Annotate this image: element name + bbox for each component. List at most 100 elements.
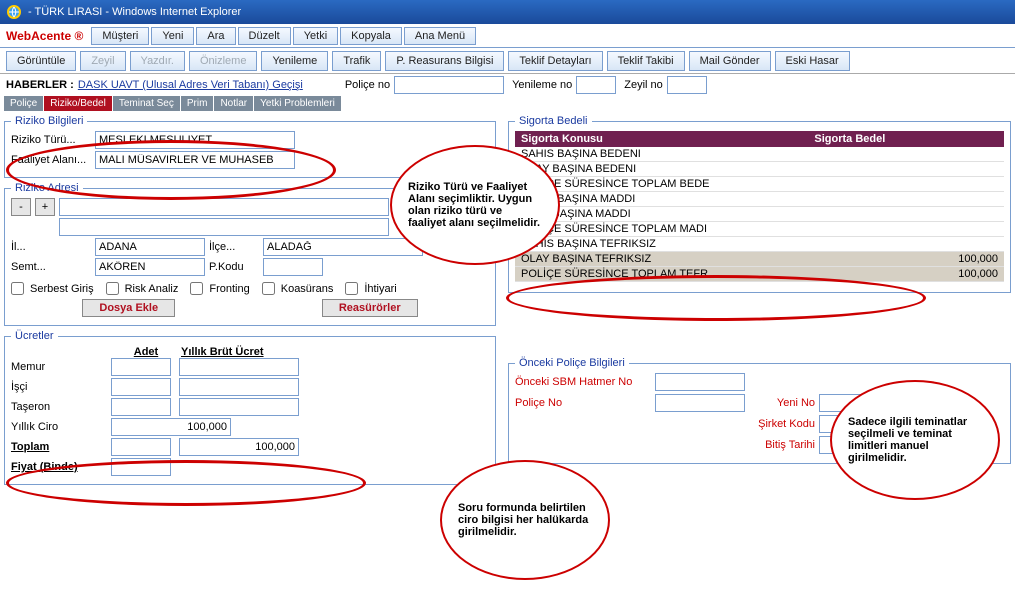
isci-adet-input[interactable] — [111, 378, 171, 396]
toolbar: Görüntüle Zeyil Yazdır. Önizleme Yenilem… — [0, 48, 1015, 74]
minus-button[interactable]: - — [11, 198, 31, 216]
faaliyet-alani-label[interactable]: Faaliyet Alanı... — [11, 154, 91, 166]
memur-adet-input[interactable] — [111, 358, 171, 376]
fronting-checkbox[interactable] — [190, 282, 203, 295]
btn-goruntule[interactable]: Görüntüle — [6, 51, 76, 71]
koasurans-checkbox[interactable] — [262, 282, 275, 295]
riziko-turu-label[interactable]: Riziko Türü... — [11, 134, 91, 146]
faaliyet-alani-input[interactable] — [95, 151, 295, 169]
memur-label: Memur — [11, 361, 111, 373]
table-row[interactable]: OLAY BAŞINA BEDENI — [515, 162, 1004, 177]
ciro-label: Yıllık Ciro — [11, 421, 111, 433]
th-bedel: Sigorta Bedel — [808, 131, 1004, 147]
menu-kopyala[interactable]: Kopyala — [340, 27, 402, 45]
annotation-callout-3: Sadece ilgili teminatlar seçilmeli ve te… — [830, 380, 1000, 500]
menu-yeni[interactable]: Yeni — [151, 27, 194, 45]
tab-yetki-problemleri[interactable]: Yetki Problemleri — [254, 96, 341, 111]
serbest-giris-checkbox[interactable] — [11, 282, 24, 295]
menu-yetki[interactable]: Yetki — [293, 27, 338, 45]
sigorta-bedeli-legend: Sigorta Bedeli — [515, 115, 592, 127]
btn-zeyil[interactable]: Zeyil — [80, 51, 125, 71]
toplam-adet-input[interactable] — [111, 438, 171, 456]
annotation-callout-1: Riziko Türü ve Faaliyet Alanı seçimlikti… — [390, 145, 560, 265]
main-menu: WebAcente ® Müşteri Yeni Ara Düzelt Yetk… — [0, 24, 1015, 48]
btn-mail[interactable]: Mail Gönder — [689, 51, 771, 71]
menu-duzelt[interactable]: Düzelt — [238, 27, 291, 45]
btn-yenileme[interactable]: Yenileme — [261, 51, 328, 71]
reasurorler-button[interactable]: Reasürörler — [322, 299, 418, 317]
btn-teklif-takibi[interactable]: Teklif Takibi — [607, 51, 685, 71]
bitis-tarihi-label: Bitiş Tarihi — [745, 439, 815, 451]
table-row[interactable]: SAHIS BAŞINA TEFRIKSIZ — [515, 237, 1004, 252]
ucretler-legend: Ücretler — [11, 330, 58, 342]
toplam-label: Toplam — [11, 441, 111, 453]
menu-musteri[interactable]: Müşteri — [91, 27, 149, 45]
ucretler-group: Ücretler Adet Yıllık Brüt Ücret Memur İş… — [4, 330, 496, 485]
menu-ara[interactable]: Ara — [196, 27, 235, 45]
riziko-turu-input[interactable] — [95, 131, 295, 149]
sigorta-table: Sigorta KonusuSigorta Bedel SAHIS BAŞINA… — [515, 131, 1004, 282]
yenileme-no-input[interactable] — [576, 76, 616, 94]
table-row[interactable]: POLİÇE SÜRESİNCE TOPLAM TEFR100,000 — [515, 267, 1004, 282]
memur-ucret-input[interactable] — [179, 358, 299, 376]
table-row[interactable]: OLAY BAŞINA TEFRIKSIZ100,000 — [515, 252, 1004, 267]
il-label[interactable]: İl... — [11, 241, 91, 253]
toplam-input[interactable] — [179, 438, 299, 456]
table-row[interactable]: SAHIS BAŞINA BEDENI — [515, 147, 1004, 162]
menu-anamenu[interactable]: Ana Menü — [404, 27, 476, 45]
ciro-input[interactable] — [111, 418, 231, 436]
taseron-ucret-input[interactable] — [179, 398, 299, 416]
police-no-label: Poliçe no — [345, 79, 390, 91]
tab-notlar[interactable]: Notlar — [214, 96, 253, 111]
yeni-no-label: Yeni No — [745, 397, 815, 409]
plus-button[interactable]: + — [35, 198, 55, 216]
ilce-label[interactable]: İlçe... — [209, 241, 259, 253]
pkodu-input[interactable] — [263, 258, 323, 276]
semt-input[interactable] — [95, 258, 205, 276]
ihtiyari-checkbox[interactable] — [345, 282, 358, 295]
btn-reasurans[interactable]: P. Reasurans Bilgisi — [385, 51, 504, 71]
police-no-label2: Poliçe No — [515, 397, 655, 409]
isci-ucret-input[interactable] — [179, 378, 299, 396]
police-no-input2[interactable] — [655, 394, 745, 412]
tab-teminat-sec[interactable]: Teminat Seç — [113, 96, 180, 111]
subtabs: Poliçe Riziko/Bedel Teminat Seç Prim Not… — [4, 96, 1015, 111]
dosya-ekle-button[interactable]: Dosya Ekle — [82, 299, 175, 317]
table-row[interactable]: SAHIS BAŞINA MADDI — [515, 192, 1004, 207]
police-no-input[interactable] — [394, 76, 504, 94]
sbm-input[interactable] — [655, 373, 745, 391]
onceki-police-legend: Önceki Poliçe Bilgileri — [515, 357, 629, 369]
taseron-label: Taşeron — [11, 401, 111, 413]
address-line2-input[interactable] — [59, 218, 389, 236]
btn-teklif-detay[interactable]: Teklif Detayları — [508, 51, 602, 71]
il-input[interactable] — [95, 238, 205, 256]
btn-trafik[interactable]: Trafik — [332, 51, 381, 71]
btn-eski-hasar[interactable]: Eski Hasar — [775, 51, 850, 71]
ie-icon — [6, 4, 22, 20]
window-title: - TÜRK LIRASI - Windows Internet Explore… — [28, 6, 241, 18]
pkodu-label: P.Kodu — [209, 261, 259, 273]
risk-analiz-checkbox[interactable] — [106, 282, 119, 295]
isci-label: İşçi — [11, 381, 111, 393]
fiyat-input[interactable] — [111, 458, 171, 476]
semt-label[interactable]: Semt... — [11, 261, 91, 273]
news-link[interactable]: DASK UAVT (Ulusal Adres Veri Tabanı) Geç… — [78, 79, 303, 91]
btn-yazdir[interactable]: Yazdır. — [130, 51, 185, 71]
zeyil-no-input[interactable] — [667, 76, 707, 94]
sbm-label: Önceki SBM Hatmer No — [515, 376, 655, 388]
titlebar: - TÜRK LIRASI - Windows Internet Explore… — [0, 0, 1015, 24]
ilce-input[interactable] — [263, 238, 423, 256]
table-row[interactable]: POLİÇE SÜRESİNCE TOPLAM BEDE — [515, 177, 1004, 192]
btn-onizleme[interactable]: Önizleme — [189, 51, 257, 71]
tab-police[interactable]: Poliçe — [4, 96, 43, 111]
fronting-label: Fronting — [209, 283, 249, 295]
table-row[interactable]: POLİÇE SÜRESİNCE TOPLAM MADI — [515, 222, 1004, 237]
sirket-kodu-label: Şirket Kodu — [745, 418, 815, 430]
tab-prim[interactable]: Prim — [181, 96, 214, 111]
address-line-input[interactable] — [59, 198, 389, 216]
tab-riziko-bedel[interactable]: Riziko/Bedel — [44, 96, 112, 111]
table-row[interactable]: OLAY BAŞINA MADDI — [515, 207, 1004, 222]
fiyat-label: Fiyat (Binde) — [11, 461, 111, 473]
taseron-adet-input[interactable] — [111, 398, 171, 416]
risk-analiz-label: Risk Analiz — [125, 283, 179, 295]
